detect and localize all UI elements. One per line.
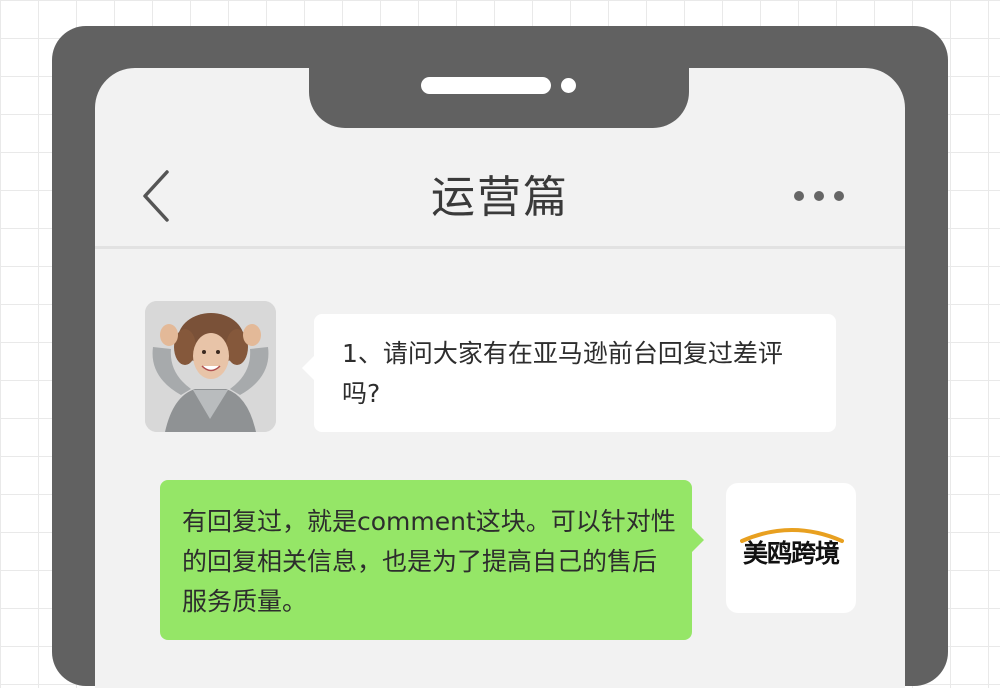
brand-logo-text: 美鸥跨境 <box>742 539 840 568</box>
phone-notch <box>309 68 689 128</box>
incoming-message-text: 1、请问大家有在亚马逊前台回复过差评吗? <box>342 339 783 408</box>
user-avatar[interactable] <box>145 301 276 432</box>
brand-logo-avatar[interactable]: 美鸥跨境 <box>726 483 856 613</box>
speaker-grille <box>421 77 551 94</box>
outgoing-message-bubble[interactable]: 有回复过，就是comment这块。可以针对性的回复相关信息，也是为了提高自己的售… <box>160 480 704 640</box>
nav-bar: 运营篇 <box>95 158 905 249</box>
incoming-message-bubble[interactable]: 1、请问大家有在亚马逊前台回复过差评吗? <box>302 314 836 432</box>
front-camera <box>561 78 576 93</box>
phone-screen: 运营篇 1、请问大家有在亚马逊前台回复过差评吗? 有回复过，就是comment这… <box>95 68 905 688</box>
more-horizontal-icon[interactable] <box>793 188 845 202</box>
outgoing-message-text: 有回复过，就是comment这块。可以针对性的回复相关信息，也是为了提高自己的售… <box>182 507 676 616</box>
page-title: 运营篇 <box>431 172 569 223</box>
